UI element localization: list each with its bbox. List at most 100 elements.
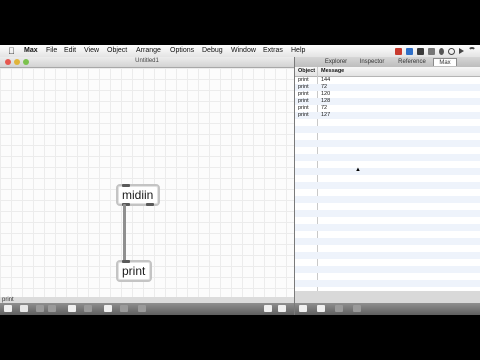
- midiin-label: midiin: [122, 188, 154, 202]
- empty-row: [295, 189, 480, 196]
- menu-arrange[interactable]: Arrange: [136, 47, 161, 55]
- status-tray: [395, 46, 476, 56]
- table-row[interactable]: print 72: [295, 105, 480, 112]
- tray-app-icon[interactable]: [428, 47, 435, 55]
- empty-row: [295, 126, 480, 133]
- menu-app-max[interactable]: Max: [24, 47, 38, 55]
- comment-icon[interactable]: [104, 305, 112, 312]
- cell-object: print: [298, 91, 309, 97]
- message-icon[interactable]: [84, 305, 92, 312]
- sidebar-toggle-icon[interactable]: [264, 305, 272, 312]
- empty-row: [295, 182, 480, 189]
- cell-message: 128: [321, 98, 331, 104]
- empty-row: [295, 217, 480, 224]
- cell-object: print: [298, 77, 309, 83]
- menu-view[interactable]: View: [84, 47, 99, 55]
- empty-row: [295, 252, 480, 259]
- column-header-object[interactable]: Object: [298, 68, 315, 74]
- clear-icon[interactable]: [299, 305, 307, 312]
- cell-message: 144: [321, 77, 331, 83]
- button-icon[interactable]: [120, 305, 128, 312]
- toggle-icon[interactable]: [138, 305, 146, 312]
- menu-edit[interactable]: Edit: [64, 47, 76, 55]
- midiin-object[interactable]: midiin: [116, 184, 160, 206]
- tab-reference[interactable]: Reference: [393, 58, 431, 66]
- table-row[interactable]: print 120: [295, 91, 480, 98]
- midiin-outlet[interactable]: [146, 203, 154, 206]
- menu-object[interactable]: Object: [107, 47, 127, 55]
- patcher-titlebar[interactable]: Untitled1: [0, 57, 294, 68]
- tray-app-icon[interactable]: [406, 47, 413, 55]
- menu-debug[interactable]: Debug: [202, 47, 223, 55]
- empty-row: [295, 133, 480, 140]
- table-row[interactable]: print 127: [295, 112, 480, 119]
- column-header-message[interactable]: Message: [321, 68, 344, 74]
- max-console-table[interactable]: Object Message print 144 print 72 print 120 pr…: [295, 67, 480, 291]
- menu-extras[interactable]: Extras: [263, 47, 283, 55]
- cell-object: print: [298, 98, 309, 104]
- cell-message: 127: [321, 112, 331, 118]
- patcher-canvas[interactable]: midiin print: [0, 68, 294, 297]
- menu-file[interactable]: File: [46, 47, 57, 55]
- empty-row: [295, 224, 480, 231]
- cell-message: 72: [321, 84, 328, 90]
- cell-object: print: [298, 84, 309, 90]
- max-sidebar: Explorer Inspector Reference Max Object …: [294, 57, 480, 315]
- empty-row: [295, 203, 480, 210]
- cell-message: 72: [321, 105, 328, 111]
- patcher-toolbar: [0, 303, 294, 315]
- cell-object: print: [298, 112, 309, 118]
- screen:  Max File Edit View Object Arrange Opti…: [0, 45, 480, 315]
- menu-help[interactable]: Help: [291, 47, 305, 55]
- tray-app-icon[interactable]: [417, 47, 424, 55]
- empty-row: [295, 119, 480, 126]
- options-icon[interactable]: [353, 305, 361, 312]
- tray-app-icon[interactable]: [395, 47, 402, 55]
- empty-row: [295, 259, 480, 266]
- empty-row: [295, 161, 480, 168]
- window-title: Untitled1: [135, 58, 159, 64]
- table-rows: print 144 print 72 print 120 print 128 print 72 pr…: [295, 77, 480, 287]
- table-row[interactable]: print 144: [295, 77, 480, 84]
- print-inlet[interactable]: [122, 260, 130, 263]
- print-label: print: [122, 264, 146, 278]
- table-row[interactable]: print 128: [295, 98, 480, 105]
- wifi-icon[interactable]: [468, 47, 476, 55]
- empty-row: [295, 273, 480, 280]
- patcher-window: Untitled1 midiin print print: [0, 57, 294, 315]
- sidebar-status: [295, 291, 480, 303]
- settings-icon[interactable]: [335, 305, 343, 312]
- midiin-inlet[interactable]: [122, 184, 130, 187]
- snap-icon[interactable]: [48, 305, 56, 312]
- empty-row: [295, 280, 480, 287]
- apple-icon[interactable]: : [8, 46, 15, 56]
- mouse-cursor-icon: ▲: [355, 167, 361, 173]
- empty-row: [295, 140, 480, 147]
- new-object-icon[interactable]: [68, 305, 76, 312]
- empty-row: [295, 175, 480, 182]
- menu-options[interactable]: Options: [170, 47, 194, 55]
- menu-window[interactable]: Window: [231, 47, 256, 55]
- empty-row: [295, 245, 480, 252]
- volume-icon[interactable]: [459, 48, 464, 54]
- filter-icon[interactable]: [317, 305, 325, 312]
- table-header: Object Message: [295, 67, 480, 77]
- empty-row: [295, 266, 480, 273]
- empty-row: [295, 231, 480, 238]
- time-machine-icon[interactable]: [448, 47, 455, 55]
- cell-message: 120: [321, 91, 331, 97]
- empty-row: [295, 238, 480, 245]
- sidebar-toolbar: [295, 303, 480, 315]
- bluetooth-icon[interactable]: [439, 47, 444, 55]
- table-row[interactable]: print 72: [295, 84, 480, 91]
- lock-icon[interactable]: [4, 305, 12, 312]
- clue-icon[interactable]: [278, 305, 286, 312]
- empty-row: [295, 196, 480, 203]
- print-object[interactable]: print: [116, 260, 152, 282]
- tab-inspector[interactable]: Inspector: [355, 58, 389, 66]
- presentation-icon[interactable]: [20, 305, 28, 312]
- tab-explorer[interactable]: Explorer: [319, 58, 353, 66]
- grid-icon[interactable]: [36, 305, 44, 312]
- tab-max[interactable]: Max: [433, 58, 457, 66]
- empty-row: [295, 154, 480, 161]
